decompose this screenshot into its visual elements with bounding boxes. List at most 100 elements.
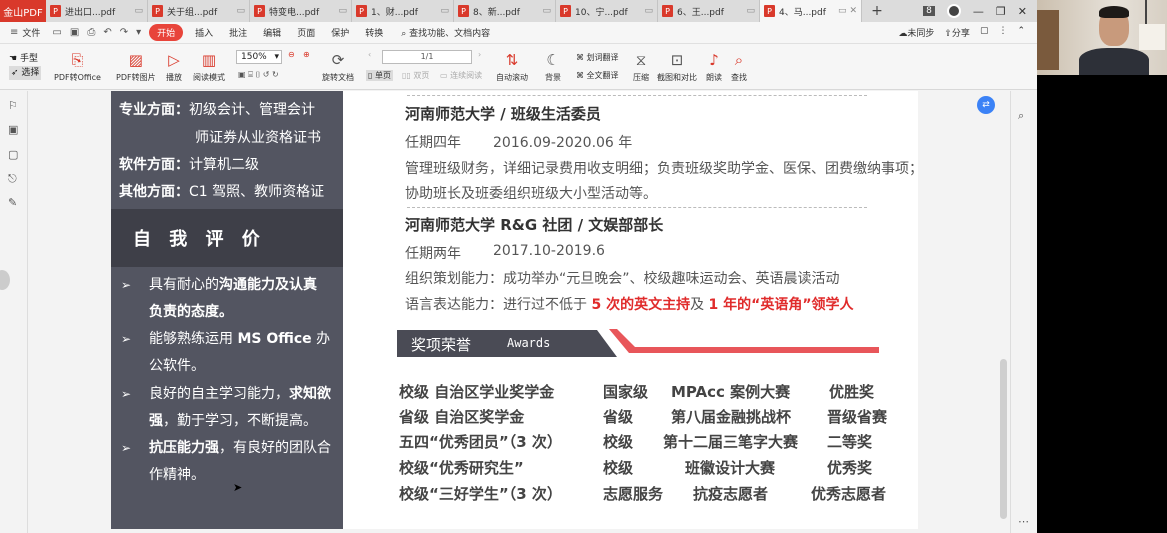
new-tab-button[interactable]: + (862, 0, 892, 22)
award-cell: 志愿服务 (603, 485, 664, 503)
rotate-button[interactable]: ⟳ 旋转文档 (322, 50, 354, 83)
menu-file[interactable]: 文件 (22, 26, 48, 39)
menu-bar: ≡ 文件 ▭ ▣ ⎙ ↶ ↷ ▾ 开始 插入 批注 编辑 页面 保护 转换 ⌕ … (0, 22, 1037, 44)
pdf-to-image-button[interactable]: ▨ PDF转图片 (116, 50, 156, 83)
find-button[interactable]: ⌕ 查找 (731, 50, 747, 83)
hamburger-icon[interactable]: ≡ (6, 27, 22, 38)
signature-icon[interactable]: ✎ (8, 196, 17, 209)
zoom-select[interactable]: 150% ▾ (236, 50, 282, 64)
exp1-desc: 协助班长及班委组织班级大小型活动等。 (405, 186, 657, 202)
redo-icon[interactable]: ↷ (116, 27, 132, 38)
award-cell: 校级 (603, 459, 634, 477)
print-icon[interactable]: ⎙ (83, 27, 99, 38)
convert-icon: ⇄ (982, 100, 990, 110)
doc-tab[interactable]: P 进出口...pdf ▭ (46, 0, 148, 22)
pdf-app-window: 金山PDF P 进出口...pdf ▭ P 关于组...pdf ▭ P 特变电...pdf… (0, 0, 1037, 533)
scrollbar-thumb[interactable] (1000, 359, 1007, 519)
auto-scroll-button[interactable]: ⇅ 自动滚动 (496, 50, 528, 83)
undo-icon[interactable]: ↶ (99, 27, 115, 38)
window-count-badge[interactable]: 8 (923, 6, 935, 16)
menu-annotate[interactable]: 批注 (221, 26, 255, 39)
menu-convert[interactable]: 转换 (357, 26, 391, 39)
more-options-icon[interactable]: ⋯ (1018, 515, 1029, 528)
background-button[interactable]: ☾ 背景 (545, 50, 561, 83)
compress-button[interactable]: ⧖ 压缩 (633, 50, 649, 83)
exp2-period-label: 任期两年 (405, 246, 461, 262)
thumbnail-icon[interactable]: ▣ (8, 123, 18, 136)
prev-page-icon[interactable]: ‹ (368, 50, 371, 59)
comment-icon[interactable]: ▢ (980, 26, 989, 39)
zoom-search-icon[interactable]: ⌕ (1018, 109, 1024, 123)
pdf-to-office-button[interactable]: ⎘ PDF转Office (54, 50, 101, 83)
menu-page[interactable]: 页面 (289, 26, 323, 39)
menu-insert[interactable]: 插入 (187, 26, 221, 39)
restore-icon[interactable]: ❐ (996, 5, 1006, 18)
doc-tab[interactable]: P 1、财...pdf ▭ (352, 0, 454, 22)
annotation-icon[interactable]: ▢ (8, 148, 18, 161)
dropdown-icon[interactable]: ▾ (132, 27, 145, 38)
next-page-icon[interactable]: › (478, 50, 481, 59)
collapse-icon[interactable]: ⌃ (1017, 26, 1025, 39)
award-cell: 晋级省赛 (827, 408, 888, 426)
save-icon[interactable]: ▣ (66, 27, 83, 38)
skill-line: 其他方面：C1 驾照、教师资格证 (119, 184, 325, 200)
select-tool[interactable]: ➶ 选择 (9, 66, 42, 80)
read-aloud-button[interactable]: ♪ 朗读 (706, 50, 722, 83)
close-tab-icon[interactable]: ✕ (849, 6, 857, 16)
menu-edit[interactable]: 编辑 (255, 26, 289, 39)
hand-tool[interactable]: ☚ 手型 (9, 52, 41, 66)
award-cell: 班徽设计大赛 (685, 459, 776, 477)
exp1-title: 河南师范大学 / 班级生活委员 (405, 105, 601, 123)
user-avatar[interactable] (946, 4, 961, 18)
translate-full-icon: ⌘ (576, 71, 587, 80)
floating-convert-button[interactable]: ⇄ (977, 96, 995, 114)
zoom-in-icon[interactable]: ⊕ (303, 50, 310, 59)
vertical-scrollbar[interactable] (998, 91, 1009, 533)
doc-tab[interactable]: P 6、王...pdf ▭ (658, 0, 760, 22)
single-page-button[interactable]: ▯ 单页 (366, 70, 393, 81)
doc-tab-active[interactable]: P 4、马...pdf ▭ ✕ (760, 0, 862, 22)
arrow-bullet-icon: ➢ (121, 278, 132, 292)
doc-tab[interactable]: P 关于组...pdf ▭ (148, 0, 250, 22)
award-cell: 优秀奖 (827, 459, 873, 477)
pdf-file-icon: P (152, 5, 163, 17)
tab-preview-icon: ▭ (837, 6, 847, 16)
zoom-out-icon[interactable]: ⊖ (288, 50, 295, 59)
cloud-icon: ☁ (898, 29, 908, 39)
doc-tab[interactable]: P 特变电...pdf ▭ (250, 0, 352, 22)
skill-line: 软件方面：计算机二级 (119, 157, 259, 173)
ribbon-toolbar: ☚ 手型 ➶ 选择 ⎘ PDF转Office ▨ PDF转图片 ▷ 播放 ▥ 阅读模式 … (0, 44, 1037, 90)
resume-left-column: 专业方面：初级会计、管理会计 师证券从业资格证书 软件方面：计算机二级 其他方面… (111, 91, 343, 529)
close-icon[interactable]: ✕ (1018, 5, 1027, 18)
menu-start[interactable]: 开始 (149, 24, 184, 41)
feature-search[interactable]: ⌕ 查找功能、文档内容 (391, 26, 490, 39)
menu-protect[interactable]: 保护 (323, 26, 357, 39)
screenshot-compare-button[interactable]: ⊡ 截图和对比 (657, 50, 697, 83)
more-icon[interactable]: ⋮ (998, 26, 1007, 39)
doc-tab[interactable]: P 8、新...pdf ▭ (454, 0, 556, 22)
open-folder-icon[interactable]: ▭ (48, 27, 65, 38)
translate-word-button[interactable]: ⌘ 划词翻译 (576, 52, 619, 63)
scroll-icon: ⇅ (505, 51, 519, 69)
play-button[interactable]: ▷ 播放 (166, 50, 182, 83)
read-mode-button[interactable]: ▥ 阅读模式 (193, 50, 225, 83)
fit-tools-icons[interactable]: ▣ ⌸ ⌷ ↺ ↻ (238, 70, 279, 80)
bookmark-icon[interactable]: ⚐ (8, 99, 18, 112)
tab-preview-icon: ▭ (236, 6, 245, 16)
doc-tab[interactable]: P 10、宁...pdf ▭ (556, 0, 658, 22)
window-controls: 8 — ❐ ✕ (923, 0, 1037, 22)
exp2-desc: 语言表达能力：进行过不低于 5 次的英文主持及 1 年的“英语角”领学人 (405, 297, 854, 313)
award-cell: 第八届金融挑战杯 (671, 408, 792, 426)
minimize-icon[interactable]: — (973, 5, 984, 18)
translate-full-button[interactable]: ⌘ 全文翻译 (576, 70, 619, 81)
double-page-button[interactable]: ▯▯ 双页 (402, 70, 429, 81)
tool-mode-group: ☚ 手型 ➶ 选择 (9, 52, 42, 80)
pdf-file-icon: P (764, 5, 775, 17)
app-logo[interactable]: 金山PDF (0, 0, 46, 22)
chevron-down-icon: ▾ (274, 52, 279, 62)
continuous-read-button[interactable]: ▭ 连续阅读 (440, 70, 482, 81)
page-input[interactable]: 1/1 (382, 50, 472, 64)
share-button[interactable]: ⇪分享 (944, 26, 970, 39)
attachment-icon[interactable]: ⎋ (8, 172, 17, 186)
sync-button[interactable]: ☁未同步 (898, 26, 934, 39)
